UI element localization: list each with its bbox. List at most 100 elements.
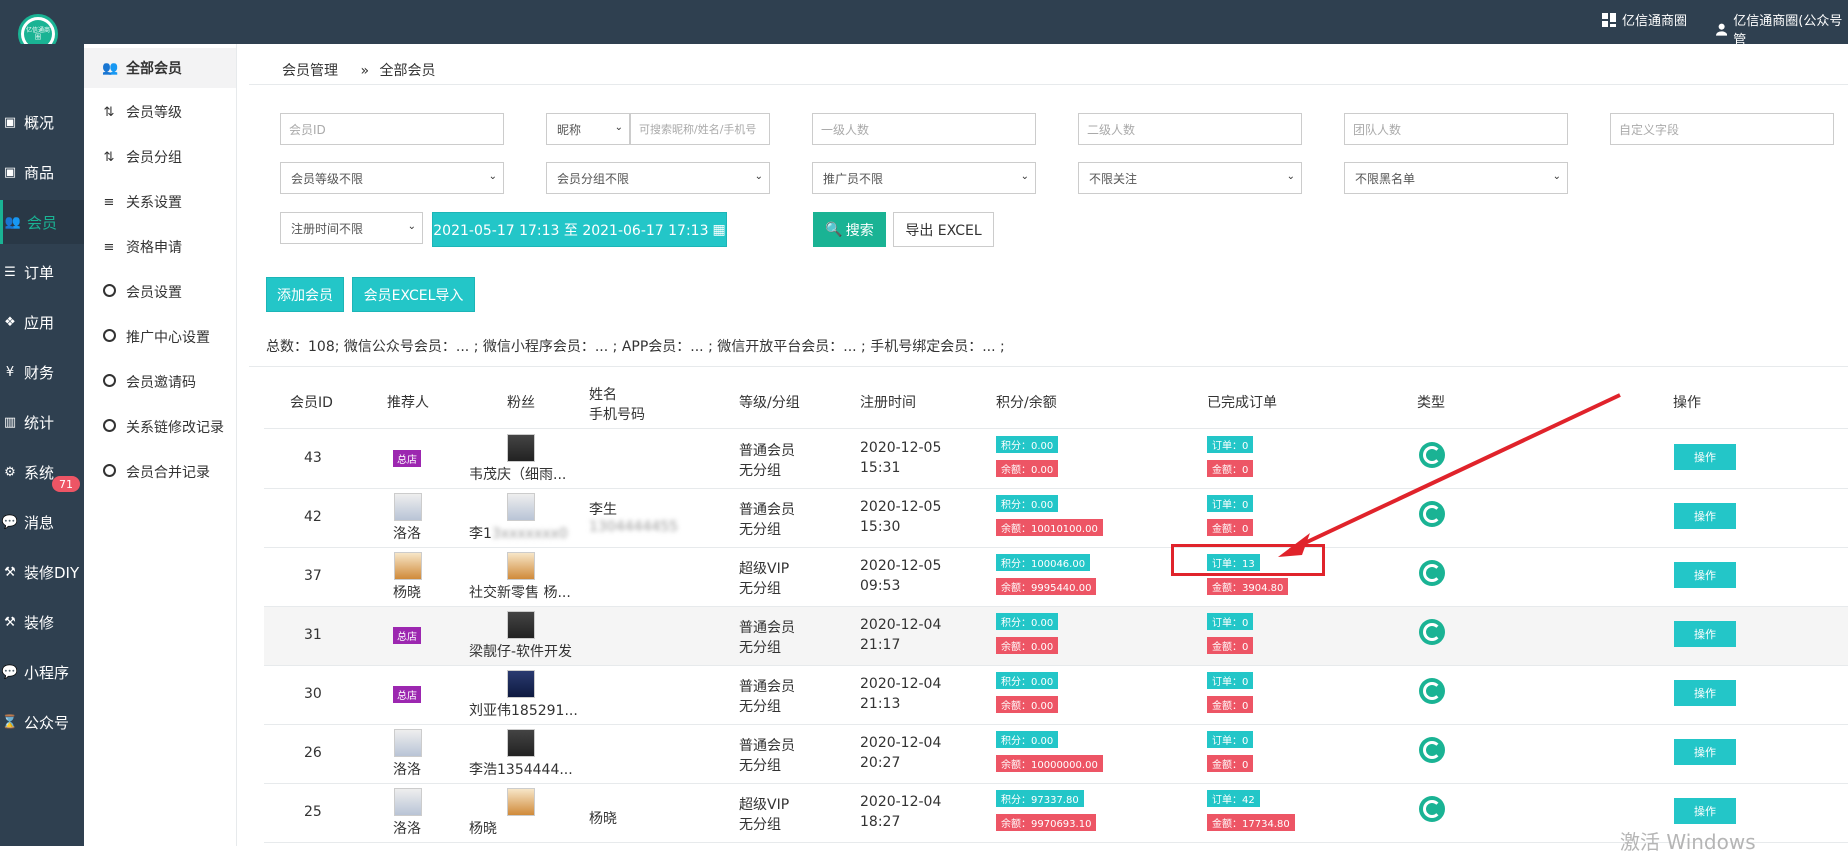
th-regtime: 注册时间	[860, 395, 916, 411]
nav-item-goods[interactable]: ▣ 商品	[0, 150, 84, 194]
subnav-label: 关系链修改记录	[126, 420, 224, 436]
member-id-input[interactable]: 会员ID	[280, 113, 504, 145]
level1-count-input[interactable]: 一级人数	[812, 113, 1036, 145]
team-count-input[interactable]: 团队人数	[1344, 113, 1568, 145]
member-group: 无分组	[739, 640, 781, 656]
account-menu[interactable]: 亿信通商圈(公众号管	[1716, 10, 1848, 48]
nav-item-apps[interactable]: ❖ 应用	[0, 300, 84, 344]
subnav-invite-code[interactable]: 会员邀请码	[84, 362, 236, 402]
divider	[249, 84, 1848, 85]
member-group: 无分组	[739, 817, 781, 833]
follow-select[interactable]: 不限关注 ⌄	[1078, 162, 1302, 194]
circle-icon	[102, 418, 116, 436]
nav-item-decorate[interactable]: ⚒ 装修	[0, 600, 84, 644]
member-id: 31	[304, 627, 322, 643]
referrer-name: 洛洛	[393, 526, 421, 542]
table-row: 25 洛洛 杨晓 杨晓 超级VIP 无分组 2020-12-04 18:27 积分：97337.…	[264, 784, 1848, 843]
amount-label: 金额：0	[1207, 519, 1254, 536]
box-icon: ▣	[3, 164, 17, 180]
reg-time: 21:13	[860, 696, 901, 712]
nav-item-messages[interactable]: 💬 消息	[0, 500, 84, 544]
subnav-promo-center[interactable]: 推广中心设置	[84, 317, 236, 357]
level2-count-input[interactable]: 二级人数	[1078, 113, 1302, 145]
sliders-icon: ≡	[103, 194, 115, 210]
operate-button[interactable]: 操作	[1674, 680, 1736, 706]
hourglass-icon: ⌛	[1, 714, 19, 730]
nickname-search-input[interactable]: 可搜索昵称/姓名/手机号	[630, 113, 770, 145]
th-name: 姓名	[589, 387, 617, 403]
nav-item-finance[interactable]: ¥ 财务	[0, 350, 84, 394]
sort-alpha-icon: ⇅	[103, 149, 115, 165]
operate-button[interactable]: 操作	[1674, 621, 1736, 647]
table-row: 30 总店 刘亚伟185291... 普通会员 无分组 2020-12-04 21:13 积分…	[264, 666, 1848, 725]
th-phone: 手机号码	[589, 407, 645, 423]
nav-label: 财务	[24, 363, 55, 382]
nav-item-overview[interactable]: ▣ 概况	[0, 100, 84, 144]
subnav-relation-settings[interactable]: ≡ 关系设置	[84, 182, 236, 222]
breadcrumb-root[interactable]: 会员管理	[282, 63, 338, 79]
wechat-type-icon	[1419, 737, 1445, 763]
wechat-type-icon	[1419, 678, 1445, 704]
subnav-label: 会员设置	[126, 285, 182, 301]
reg-time: 15:31	[860, 460, 901, 476]
referrer-avatar	[394, 729, 422, 757]
subnav-merge-log[interactable]: 会员合并记录	[84, 452, 236, 492]
th-id: 会员ID	[290, 395, 333, 411]
promoter-select[interactable]: 推广员不限 ⌄	[812, 162, 1036, 194]
chevron-down-icon: ⌄	[1552, 171, 1561, 182]
shop-switch[interactable]: 亿信通商圈	[1602, 10, 1687, 29]
store-tag: 总店	[393, 686, 421, 703]
operate-button[interactable]: 操作	[1674, 503, 1736, 529]
member-group-select[interactable]: 会员分组不限 ⌄	[546, 162, 770, 194]
member-level: 普通会员	[739, 620, 795, 636]
gavel-icon: ⚒	[4, 614, 16, 630]
nav-item-decorate-diy[interactable]: ⚒ 装修DIY	[0, 550, 84, 594]
nav-item-members[interactable]: 👥 会员	[0, 200, 84, 244]
custom-field-input[interactable]: 自定义字段	[1610, 113, 1834, 145]
nav-item-stats[interactable]: ▥ 统计	[0, 400, 84, 444]
nav-label: 系统	[24, 463, 55, 482]
member-group: 无分组	[739, 758, 781, 774]
select-value: 注册时间不限	[291, 221, 364, 236]
subnav-member-level[interactable]: ⇅ 会员等级	[84, 92, 236, 132]
operate-button[interactable]: 操作	[1674, 739, 1736, 765]
member-name: 李生	[589, 502, 617, 518]
points-label: 积分：0.00	[996, 495, 1059, 512]
balance-label: 余额：10000000.00	[996, 755, 1103, 772]
subnav-relation-log[interactable]: 关系链修改记录	[84, 407, 236, 447]
member-id: 37	[304, 568, 322, 584]
th-points: 积分/余额	[996, 395, 1057, 411]
nav-item-miniprogram[interactable]: 💬 小程序	[0, 650, 84, 694]
date-range-picker[interactable]: 2021-05-17 17:13 至 2021-06-17 17:13 ▦	[432, 212, 727, 247]
nav-item-orders[interactable]: ☰ 订单	[0, 250, 84, 294]
circle-icon	[102, 328, 116, 346]
orders-label: 订单：0	[1207, 672, 1254, 689]
add-member-button[interactable]: 添加会员	[266, 277, 344, 312]
subnav-member-group[interactable]: ⇅ 会员分组	[84, 137, 236, 177]
nav-item-official-account[interactable]: ⌛ 公众号	[0, 700, 84, 744]
circle-icon	[102, 463, 116, 481]
import-excel-button[interactable]: 会员EXCEL导入	[352, 277, 475, 312]
search-button[interactable]: 🔍 搜索	[813, 212, 886, 247]
operate-button[interactable]: 操作	[1674, 798, 1736, 824]
export-excel-button[interactable]: 导出 EXCEL	[893, 212, 994, 247]
subnav-member-settings[interactable]: 会员设置	[84, 272, 236, 312]
orders-label: 订单：0	[1207, 495, 1254, 512]
subnav-label: 会员合并记录	[126, 465, 210, 481]
nav-label: 消息	[24, 513, 55, 532]
operate-button[interactable]: 操作	[1674, 562, 1736, 588]
blacklist-select[interactable]: 不限黑名单 ⌄	[1344, 162, 1568, 194]
select-value: 会员等级不限	[291, 171, 364, 186]
regtime-select[interactable]: 注册时间不限 ⌄	[280, 212, 423, 244]
users-icon: 👥	[102, 60, 119, 76]
operate-button[interactable]: 操作	[1674, 444, 1736, 470]
fan-avatar	[507, 670, 535, 698]
subnav-all-members[interactable]: 👥 全部会员	[84, 48, 236, 88]
member-level-select[interactable]: 会员等级不限 ⌄	[280, 162, 504, 194]
breadcrumb-sep: »	[360, 63, 370, 79]
reg-date: 2020-12-05	[860, 558, 942, 574]
subnav-qualification[interactable]: ≡ 资格申请	[84, 227, 236, 267]
nickname-select[interactable]: 昵称 ⌄	[546, 113, 630, 145]
member-name: 杨晓	[589, 811, 617, 827]
fan-name-text: 梁靓仔-软件开发	[469, 644, 573, 660]
